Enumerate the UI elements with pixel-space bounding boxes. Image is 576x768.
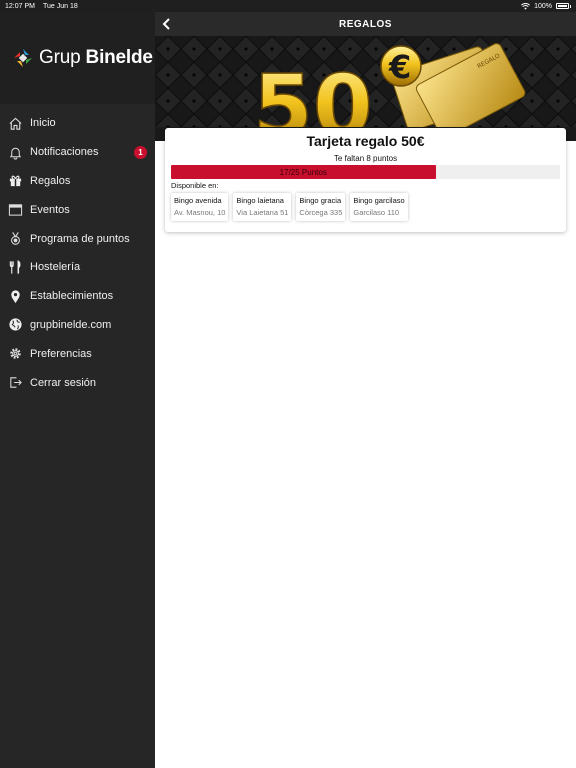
page-title: REGALOS <box>339 18 392 30</box>
globe-icon <box>7 317 23 333</box>
location-pin-icon <box>7 288 23 304</box>
points-progress-text: 17/25 Puntos <box>279 167 327 177</box>
sidebar-item-preferencias[interactable]: Preferencias <box>0 339 155 368</box>
sidebar-item-label: Programa de puntos <box>30 232 130 245</box>
cutlery-icon <box>7 259 23 275</box>
bell-icon <box>7 144 23 160</box>
location-chip-gracia[interactable]: Bingo gracia Còrcega 335 <box>296 193 346 221</box>
sidebar-item-hosteleria[interactable]: Hostelería <box>0 253 155 282</box>
sidebar-item-establecimientos[interactable]: Establecimientos <box>0 282 155 311</box>
sidebar-item-label: Preferencias <box>30 347 92 360</box>
banner-currency: € <box>388 48 411 86</box>
brand-logo: Grup Binelde <box>0 12 155 104</box>
home-icon <box>7 115 23 131</box>
gear-icon <box>7 346 23 362</box>
sidebar-item-regalos[interactable]: Regalos <box>0 167 155 196</box>
sidebar-item-label: Cerrar sesión <box>30 376 97 389</box>
location-address: Via Laietana 51 <box>236 208 289 217</box>
status-bar: 12:07 PM Tue Jun 18 100% <box>0 0 576 12</box>
banner-illustration: REGALO 50 € <box>155 36 576 141</box>
location-name: Bingo avenida <box>174 196 222 205</box>
sidebar-item-label: Regalos <box>30 174 71 187</box>
wifi-icon <box>521 2 531 10</box>
notification-badge: 1 <box>134 145 147 159</box>
location-name: Bingo garcilaso <box>353 196 405 205</box>
sidebar-item-label: Establecimientos <box>30 290 114 303</box>
status-time: 12:07 PM <box>5 2 35 10</box>
location-address: Garcilaso 110 <box>353 208 400 217</box>
sidebar-item-label: Eventos <box>30 203 70 216</box>
sidebar-item-notificaciones[interactable]: Notificaciones 1 <box>0 138 155 167</box>
location-name: Bingo gracia <box>299 196 342 205</box>
battery-icon <box>556 3 569 9</box>
logout-icon <box>7 375 23 391</box>
sidebar-item-inicio[interactable]: Inicio <box>0 109 155 138</box>
sidebar-item-label: Hostelería <box>30 261 81 274</box>
sidebar: Grup Binelde Inicio Notificaciones 1 Reg… <box>0 12 155 768</box>
location-chip-avenida[interactable]: Bingo avenida Av. Masnou, 10 <box>171 193 229 221</box>
sidebar-menu: Inicio Notificaciones 1 Regalos Eventos <box>0 104 155 397</box>
sidebar-item-label: grupbinelde.com <box>30 318 112 331</box>
sidebar-item-programa-de-puntos[interactable]: Programa de puntos <box>0 224 155 253</box>
points-progress-bar: 17/25 Puntos <box>171 165 560 179</box>
gift-icon <box>7 173 23 189</box>
top-navbar: REGALOS <box>155 12 576 36</box>
calendar-icon <box>7 202 23 218</box>
location-chip-garcilaso[interactable]: Bingo garcilaso Garcilaso 110 <box>350 193 408 221</box>
medal-icon <box>7 231 23 247</box>
logo-icon <box>14 49 32 67</box>
brand-name-light: Grup <box>39 47 81 68</box>
locations-list: Bingo avenida Av. Masnou, 10 Bingo laiet… <box>171 193 560 221</box>
main-content: REGALOS REGALO 50 € Tarjeta regalo 50€ T… <box>155 12 576 768</box>
location-address: Av. Masnou, 10 <box>174 208 226 217</box>
points-remaining-text: Te faltan 8 puntos <box>333 154 398 163</box>
brand-name-bold: Binelde <box>85 47 153 68</box>
status-right: 100% <box>521 3 571 10</box>
sidebar-item-website[interactable]: grupbinelde.com <box>0 311 155 340</box>
sidebar-item-cerrar-sesion[interactable]: Cerrar sesión <box>0 368 155 397</box>
status-date: Tue Jun 18 <box>42 2 78 10</box>
sidebar-item-eventos[interactable]: Eventos <box>0 195 155 224</box>
gift-title: Tarjeta regalo 50€ <box>306 133 425 149</box>
brand-name: Grup Binelde <box>39 47 153 69</box>
battery-cap <box>570 4 571 8</box>
gift-banner-image: REGALO 50 € <box>155 36 576 141</box>
gift-card-panel: Tarjeta regalo 50€ Te faltan 8 puntos 17… <box>165 128 566 232</box>
chevron-left-icon <box>162 18 170 30</box>
location-chip-laietana[interactable]: Bingo laietana Via Laietana 51 <box>233 193 292 221</box>
location-address: Còrcega 335 <box>299 208 343 217</box>
available-label: Disponible en: <box>171 181 219 190</box>
location-name: Bingo laietana <box>236 196 284 205</box>
back-button[interactable] <box>158 15 176 33</box>
sidebar-item-label: Inicio <box>30 117 56 130</box>
sidebar-item-label: Notificaciones <box>30 146 99 159</box>
battery-percent: 100% <box>534 2 552 10</box>
